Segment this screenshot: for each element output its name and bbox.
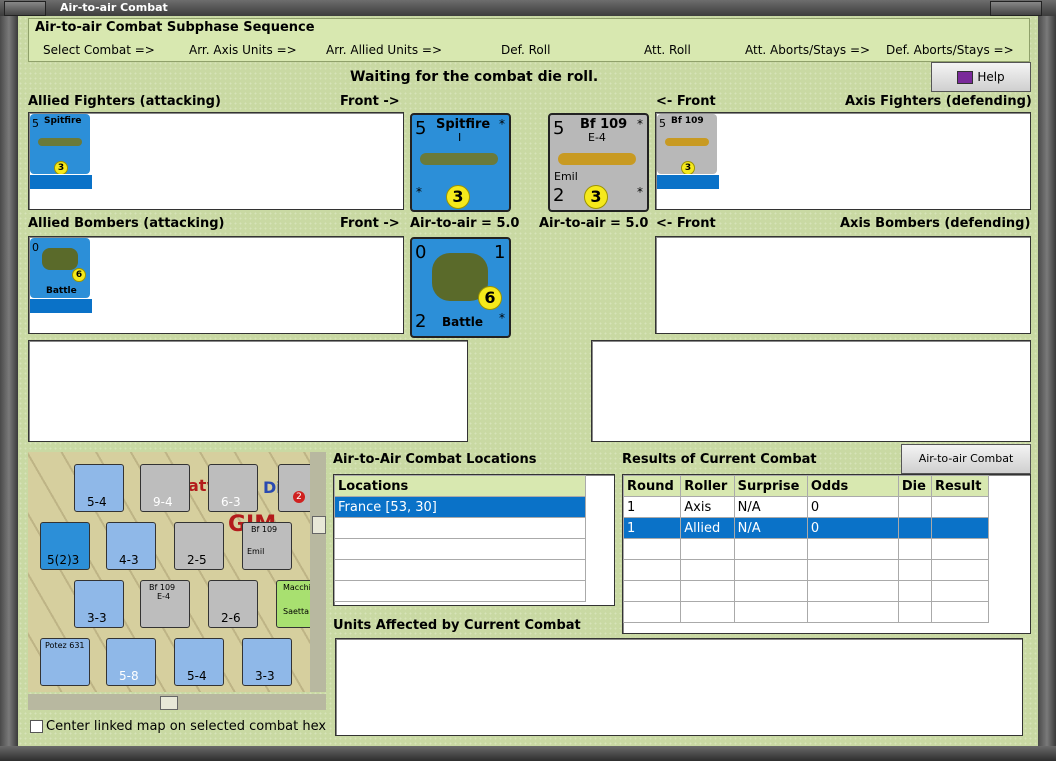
selected-unit-bar [657,175,719,189]
spitfire-small-counter[interactable]: 5 Spitfire 3 [30,114,90,174]
spitfire-counter[interactable]: 5 Spitfire I * * 3 [410,113,511,212]
window-menu-button[interactable] [4,1,46,16]
axis-info-box [591,340,1031,442]
col-roller: Roller [680,475,735,497]
allied-fighters-box[interactable]: 5 Spitfire 3 [28,112,404,210]
sequence-step-att-aborts: Att. Aborts/Stays => [745,43,871,57]
col-result: Result [930,475,990,497]
map-hscroll-thumb[interactable] [160,696,178,710]
map-unit-7[interactable]: 2-5 [174,522,224,570]
help-button[interactable]: Help [931,62,1031,92]
left-frame [0,16,18,761]
air-combat-chart-button[interactable]: Air-to-air Combat Chart [901,444,1031,493]
spitfire-aircraft-icon [420,153,498,165]
results-table-box[interactable]: Round Roller Surprise Odds Die Result 1A… [622,474,1031,634]
right-frame [1038,16,1056,761]
title-bar: Air-to-air Combat [0,0,1056,16]
allied-bombers-front: Front -> [340,216,400,231]
map-unit-11[interactable]: 2-6 [208,580,258,628]
allied-bombers-box[interactable]: 0 6 Battle [28,236,404,334]
selected-unit-bar [30,299,92,313]
sequence-step-select-combat: Select Combat => [43,43,155,57]
map-vscroll-thumb[interactable] [312,516,326,534]
center-map-label: Center linked map on selected combat hex [46,719,327,734]
table-row-empty [622,559,990,581]
col-odds: Odds [806,475,899,497]
location-row-empty [334,580,586,602]
table-row-empty [622,538,990,560]
window-title: Air-to-air Combat [60,1,168,14]
center-map-checkbox[interactable] [30,720,43,733]
location-row-empty [334,517,586,539]
map-unit-13[interactable]: Potez 631 [40,638,90,686]
map-unit-15[interactable]: 5-4 [174,638,224,686]
axis-bombers-box[interactable] [655,236,1031,334]
affected-title: Units Affected by Current Combat [333,618,581,633]
aircraft-icon [42,248,78,270]
table-row-empty [622,601,990,623]
allied-fighters-front: Front -> [340,94,400,109]
map-unit-9[interactable]: 3-3 [74,580,124,628]
sequence-step-arr-allied: Arr. Allied Units => [326,43,443,57]
book-icon [957,71,974,84]
table-row[interactable]: 1 Axis N/A 0 [622,496,990,518]
col-die: Die [897,475,932,497]
allied-info-box [28,340,468,442]
locations-list[interactable]: Locations France [53, 30] [333,474,615,606]
axis-fighters-box[interactable]: 5 Bf 109 3 [655,112,1031,210]
map-vertical-scrollbar[interactable] [310,452,326,692]
axis-fighters-front: <- Front [656,94,716,109]
aircraft-icon [665,138,709,146]
aircraft-icon [38,138,82,146]
location-row-empty [334,559,586,581]
sequence-title: Air-to-air Combat Subphase Sequence [35,20,315,35]
sequence-step-arr-axis: Arr. Axis Units => [189,43,297,57]
bf109-small-counter[interactable]: 5 Bf 109 3 [657,114,717,174]
status-message: Waiting for the combat die roll. [350,69,599,85]
table-row[interactable]: 1 Allied N/A 0 [622,517,990,539]
map-unit-5[interactable]: 5(2)3 [40,522,90,570]
table-row-empty [622,580,990,602]
sequence-step-def-roll: Def. Roll [501,43,551,57]
map-unit-16[interactable]: 3-3 [242,638,292,686]
bf109-aircraft-icon [558,153,636,165]
results-title: Results of Current Combat [622,452,817,467]
allied-air-to-air-value: Air-to-air = 5.0 [410,216,520,231]
subphase-sequence: Air-to-air Combat Subphase Sequence Sele… [28,18,1030,62]
col-round: Round [622,475,682,497]
window-close-button[interactable] [990,1,1042,16]
battle-small-counter[interactable]: 0 6 Battle [30,238,90,298]
axis-bombers-label: Axis Bombers (defending) [840,216,1031,231]
sequence-step-def-aborts: Def. Aborts/Stays => [886,43,1014,57]
map-unit-10[interactable]: Bf 109 E-4 [140,580,190,628]
axis-air-to-air-value: Air-to-air = 5.0 [539,216,649,231]
bottom-frame [0,746,1056,761]
location-row[interactable]: France [53, 30] [334,496,586,518]
allied-bombers-label: Allied Bombers (attacking) [28,216,225,231]
map-unit-14[interactable]: 5-8 [106,638,156,686]
location-row-empty [334,538,586,560]
map-unit-3[interactable]: 6-3 [208,464,258,512]
allied-fighters-label: Allied Fighters (attacking) [28,94,221,109]
selected-unit-bar [30,175,92,189]
map-unit-8[interactable]: Bf 109 Emil [242,522,292,570]
locations-title: Air-to-Air Combat Locations [333,452,537,467]
map-unit-6[interactable]: 4-3 [106,522,156,570]
bf109-counter[interactable]: 5 Bf 109 E-4 Emil 2 * * 3 [548,113,649,212]
affected-units-box [335,638,1023,736]
sequence-step-att-roll: Att. Roll [644,43,691,57]
mini-map[interactable]: atw Di GIM 5-4 9-4 6-3 2 5(2)3 4-3 2-5 B… [28,452,326,692]
map-unit-1[interactable]: 5-4 [74,464,124,512]
battle-counter[interactable]: 0 1 6 2 Battle * [410,237,511,338]
locations-header: Locations [334,475,586,497]
axis-fighters-label: Axis Fighters (defending) [845,94,1032,109]
axis-bombers-front: <- Front [656,216,716,231]
map-unit-2[interactable]: 9-4 [140,464,190,512]
col-surprise: Surprise [733,475,808,497]
map-horizontal-scrollbar[interactable] [28,694,326,710]
